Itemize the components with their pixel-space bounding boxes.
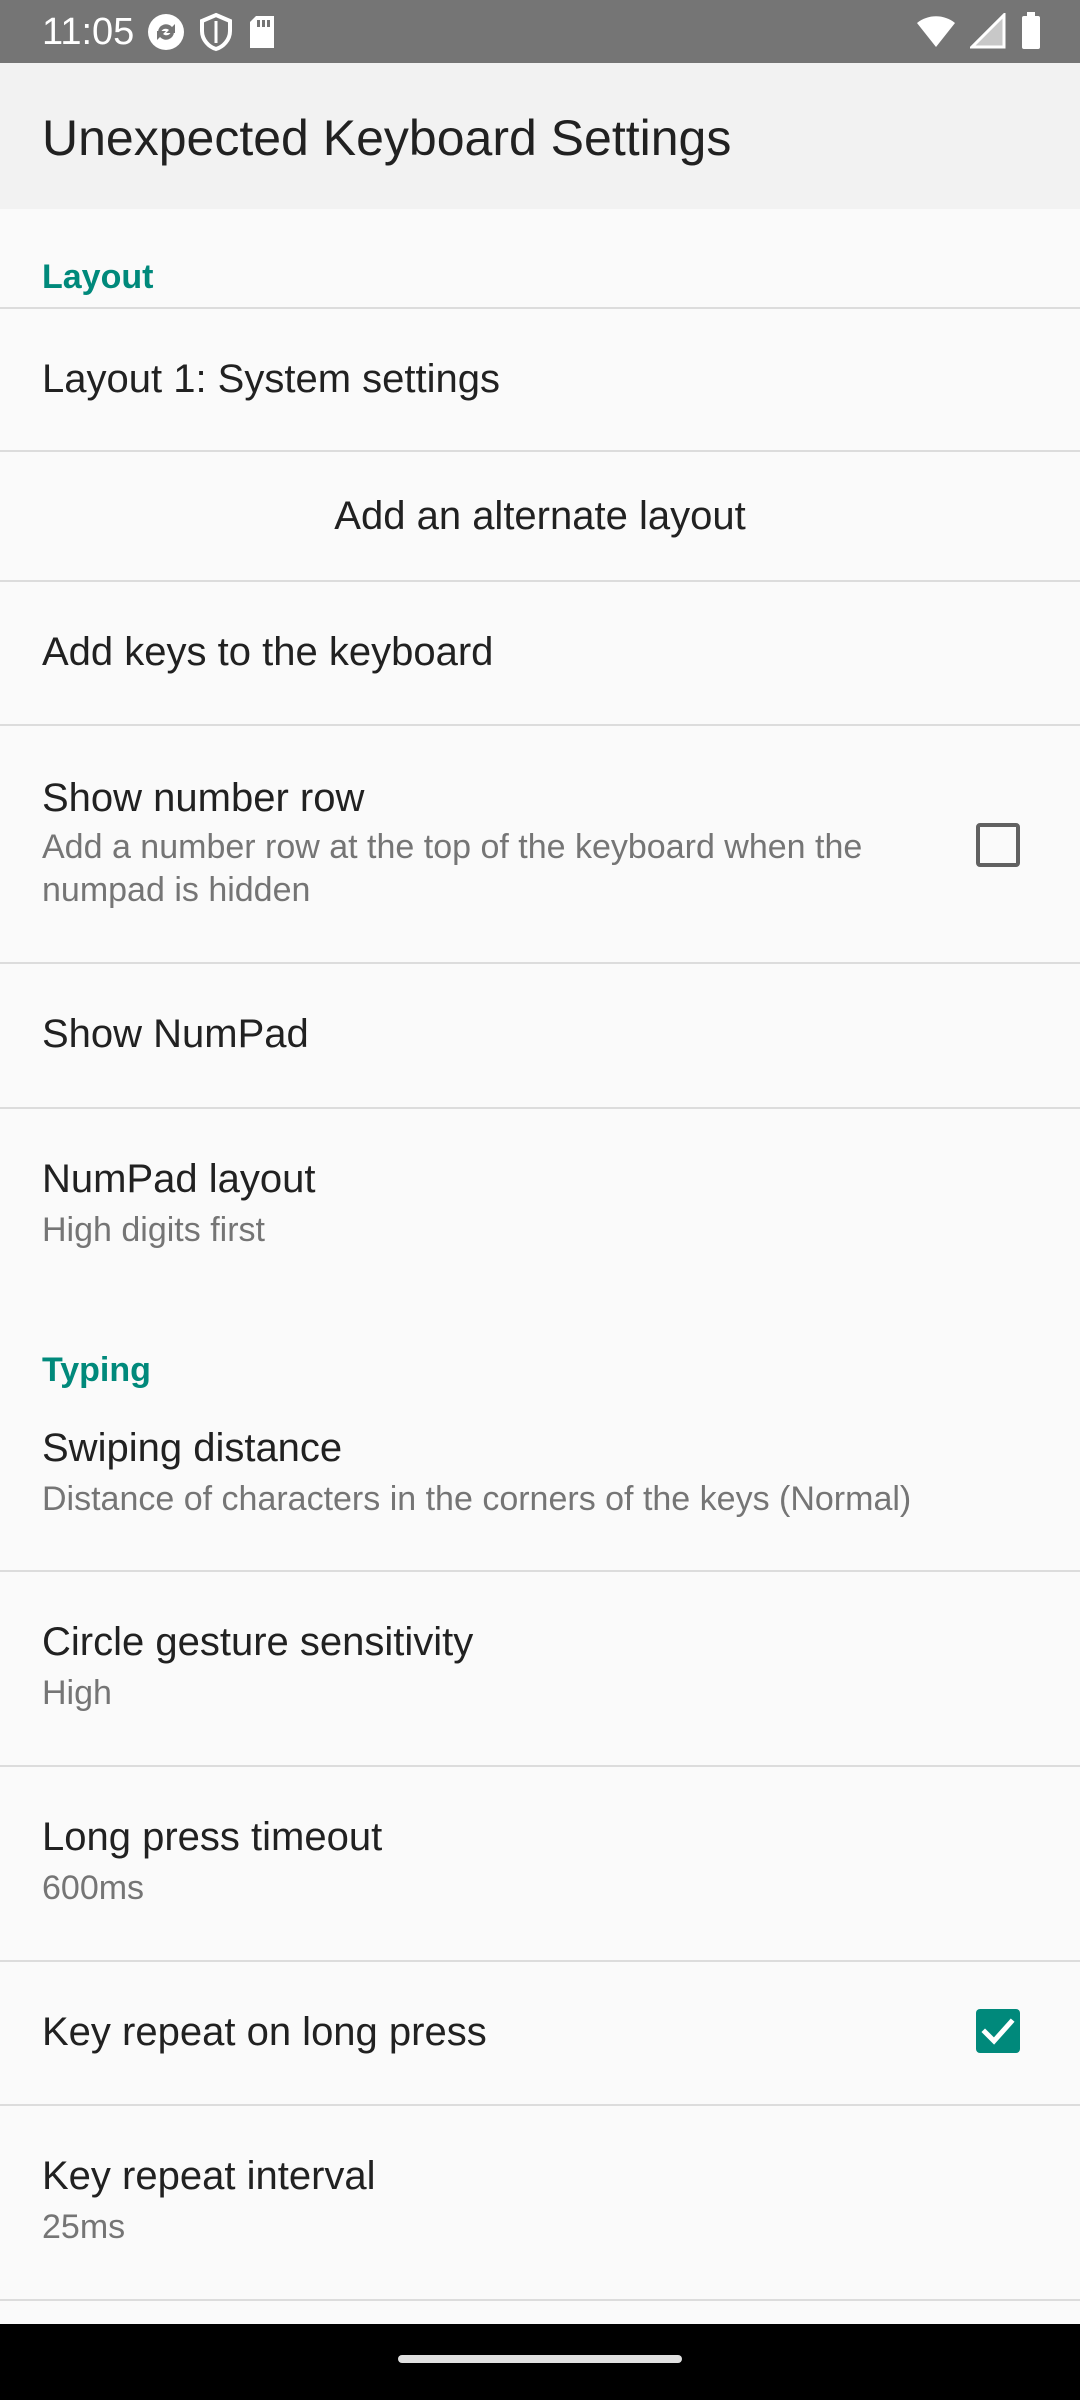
add-alternate-layout-button[interactable]: Add an alternate layout: [0, 452, 1080, 582]
show-numpad-item[interactable]: Show NumPad: [0, 964, 1080, 1109]
section-header-layout: Layout: [0, 209, 1080, 309]
show-number-row-item[interactable]: Show number row Add a number row at the …: [0, 726, 1080, 964]
swiping-distance-summary: Distance of characters in the corners of…: [42, 1480, 912, 1518]
show-number-row-title: Show number row: [42, 776, 365, 820]
swiping-distance-title: Swiping distance: [42, 1426, 343, 1470]
sd-card-icon: [246, 12, 278, 52]
numpad-layout-summary: High digits first: [42, 1211, 265, 1249]
status-bar: 11:05: [0, 0, 1080, 63]
key-repeat-interval-summary: 25ms: [42, 2208, 126, 2246]
layout-1-title: Layout 1: System settings: [42, 357, 501, 401]
circle-sensitivity-summary: High: [42, 1674, 112, 1712]
show-numpad-title: Show NumPad: [42, 1012, 309, 1056]
long-press-timeout-item[interactable]: Long press timeout 600ms: [0, 1767, 1080, 1962]
long-press-timeout-summary: 600ms: [42, 1869, 145, 1907]
shield-icon: [198, 12, 234, 52]
home-gesture-handle[interactable]: [398, 2355, 682, 2363]
checkmark-icon: [981, 2018, 1015, 2045]
add-keys-item[interactable]: Add keys to the keyboard: [0, 582, 1080, 726]
circle-sensitivity-title: Circle gesture sensitivity: [42, 1620, 474, 1664]
key-repeat-interval-title: Key repeat interval: [42, 2154, 376, 2198]
page-title: Unexpected Keyboard Settings: [42, 110, 732, 166]
key-repeat-title: Key repeat on long press: [42, 2010, 487, 2054]
battery-icon: [1020, 12, 1042, 50]
key-repeat-checkbox[interactable]: [976, 2009, 1020, 2053]
layout-1-item[interactable]: Layout 1: System settings: [0, 309, 1080, 452]
app-bar: Unexpected Keyboard Settings: [0, 63, 1080, 209]
status-time: 11:05: [42, 11, 135, 53]
wifi-icon: [916, 13, 956, 49]
settings-list: Layout Layout 1: System settings Add an …: [0, 209, 1080, 2301]
section-header-typing: Typing: [42, 1351, 151, 1389]
add-alternate-layout-label: Add an alternate layout: [334, 494, 746, 538]
signal-icon: [970, 13, 1006, 49]
sync-icon: [146, 12, 186, 52]
long-press-timeout-title: Long press timeout: [42, 1815, 383, 1859]
numpad-layout-item[interactable]: NumPad layout High digits first: [0, 1109, 1080, 1284]
numpad-layout-title: NumPad layout: [42, 1157, 316, 1201]
show-number-row-checkbox[interactable]: [976, 823, 1020, 867]
navigation-bar: [0, 2324, 1080, 2400]
add-keys-title: Add keys to the keyboard: [42, 630, 494, 674]
key-repeat-interval-item[interactable]: Key repeat interval 25ms: [0, 2106, 1080, 2301]
circle-sensitivity-item[interactable]: Circle gesture sensitivity High: [0, 1572, 1080, 1767]
swiping-distance-item[interactable]: Swiping distance Distance of characters …: [0, 1402, 1080, 1572]
show-number-row-summary: Add a number row at the top of the keybo…: [42, 828, 863, 909]
key-repeat-item[interactable]: Key repeat on long press: [0, 1962, 1080, 2106]
